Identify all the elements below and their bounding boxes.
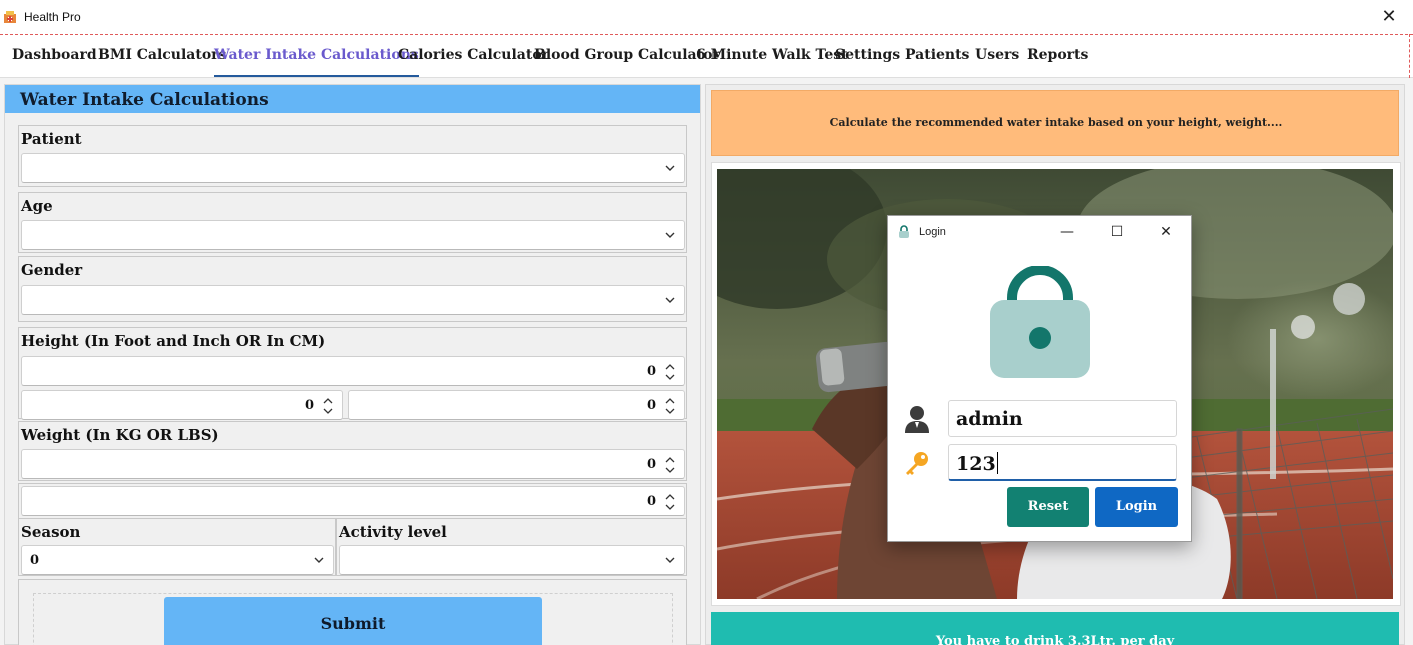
spin-arrows-icon[interactable] bbox=[664, 395, 676, 417]
form-title: Water Intake Calculations bbox=[20, 90, 269, 110]
season-value: 0 bbox=[30, 553, 40, 568]
result-text: You have to drink 3.3Ltr. per day bbox=[935, 634, 1175, 645]
tab-users[interactable]: Users bbox=[975, 47, 1019, 69]
info-banner: Calculate the recommended water intake b… bbox=[711, 90, 1399, 156]
chevron-down-icon bbox=[314, 557, 324, 563]
height-cm-spinner[interactable]: 0 bbox=[21, 356, 685, 386]
gender-label: Gender bbox=[21, 261, 83, 279]
weight-lbs-group: 0 bbox=[18, 483, 687, 519]
height-inch-spinner[interactable]: 0 bbox=[348, 390, 685, 420]
season-label: Season bbox=[21, 523, 81, 541]
activity-group: Activity level bbox=[336, 518, 687, 576]
patient-select[interactable] bbox=[21, 153, 685, 183]
reset-button[interactable]: Reset bbox=[1007, 487, 1089, 527]
minimize-icon[interactable]: — bbox=[1055, 222, 1079, 242]
water-intake-form-panel: Water Intake Calculations Patient Age Ge… bbox=[4, 84, 701, 645]
username-value: admin bbox=[956, 408, 1023, 430]
password-value-wrap: 123 bbox=[956, 452, 998, 475]
gender-group: Gender bbox=[18, 256, 687, 322]
user-icon bbox=[905, 406, 929, 433]
activity-select[interactable] bbox=[339, 545, 685, 575]
height-inch-value: 0 bbox=[646, 398, 656, 413]
text-caret bbox=[996, 452, 998, 474]
height-cm-value: 0 bbox=[646, 364, 656, 379]
tab-water-intake-calculations[interactable]: Water Intake Calculations bbox=[214, 47, 419, 77]
activity-label: Activity level bbox=[339, 523, 447, 541]
login-dialog: Login — ☐ ✕ admin 123 Reset Login bbox=[887, 215, 1192, 542]
gender-select[interactable] bbox=[21, 285, 685, 315]
login-label: Login bbox=[1115, 499, 1158, 514]
tab-reports[interactable]: Reports bbox=[1027, 47, 1088, 69]
spin-arrows-icon[interactable] bbox=[322, 395, 334, 417]
close-icon[interactable]: ✕ bbox=[1379, 7, 1399, 27]
title-bar: Health Pro ✕ bbox=[0, 0, 1413, 34]
tab-6-minute-walk-test[interactable]: 6 Minute Walk Test bbox=[696, 47, 848, 69]
age-group: Age bbox=[18, 192, 687, 253]
submit-button[interactable]: Submit bbox=[164, 597, 542, 645]
login-title-bar: Login — ☐ ✕ bbox=[888, 216, 1191, 248]
info-text: Calculate the recommended water intake b… bbox=[829, 116, 1283, 129]
login-button[interactable]: Login bbox=[1095, 487, 1178, 527]
tab-bmi-calculators[interactable]: BMI Calculators bbox=[98, 47, 226, 69]
tab-patients[interactable]: Patients bbox=[905, 47, 969, 69]
app-title: Health Pro bbox=[24, 10, 81, 24]
height-group: Height (In Foot and Inch OR In CM) 0 0 0 bbox=[18, 327, 687, 420]
weight-kg-spinner[interactable]: 0 bbox=[21, 449, 685, 479]
app-icon bbox=[4, 11, 16, 23]
patient-group: Patient bbox=[18, 125, 687, 187]
key-icon bbox=[906, 452, 928, 475]
lock-icon bbox=[990, 266, 1090, 378]
height-foot-value: 0 bbox=[304, 398, 314, 413]
app-window: Health Pro ✕ Dashboard BMI Calculators W… bbox=[0, 0, 1413, 645]
spin-arrows-icon[interactable] bbox=[664, 454, 676, 476]
season-select[interactable]: 0 bbox=[21, 545, 334, 575]
height-foot-spinner[interactable]: 0 bbox=[21, 390, 343, 420]
tab-dashboard[interactable]: Dashboard bbox=[12, 47, 97, 69]
height-label: Height (In Foot and Inch OR In CM) bbox=[21, 332, 326, 350]
tab-strip-edge bbox=[1409, 34, 1410, 78]
spin-arrows-icon[interactable] bbox=[664, 361, 676, 383]
weight-kg-value: 0 bbox=[646, 457, 656, 472]
weight-lbs-value: 0 bbox=[646, 494, 656, 509]
login-title: Login bbox=[919, 226, 946, 238]
lock-icon bbox=[899, 225, 909, 238]
close-icon[interactable]: ✕ bbox=[1154, 222, 1178, 242]
tab-settings[interactable]: Settings bbox=[835, 47, 900, 69]
result-banner: You have to drink 3.3Ltr. per day bbox=[711, 612, 1399, 645]
tab-calories-calculator[interactable]: Calories Calculator bbox=[398, 47, 549, 69]
patient-label: Patient bbox=[21, 130, 82, 148]
spin-arrows-icon[interactable] bbox=[664, 491, 676, 513]
chevron-down-icon bbox=[665, 557, 675, 563]
chevron-down-icon bbox=[665, 232, 675, 238]
chevron-down-icon bbox=[665, 165, 675, 171]
maximize-icon[interactable]: ☐ bbox=[1105, 222, 1129, 242]
tab-strip: Dashboard BMI Calculators Water Intake C… bbox=[0, 34, 1413, 78]
weight-group: Weight (In KG OR LBS) 0 bbox=[18, 421, 687, 481]
weight-lbs-spinner[interactable]: 0 bbox=[21, 486, 685, 516]
season-group: Season 0 bbox=[18, 518, 336, 576]
tab-blood-group-calculator[interactable]: Blood Group Calculator bbox=[534, 47, 720, 69]
age-label: Age bbox=[21, 197, 53, 215]
submit-label: Submit bbox=[320, 614, 386, 633]
age-select[interactable] bbox=[21, 220, 685, 250]
weight-label: Weight (In KG OR LBS) bbox=[21, 426, 219, 444]
password-input[interactable]: 123 bbox=[948, 444, 1177, 481]
username-input[interactable]: admin bbox=[948, 400, 1177, 437]
chevron-down-icon bbox=[665, 297, 675, 303]
form-header: Water Intake Calculations bbox=[5, 85, 700, 113]
reset-label: Reset bbox=[1027, 499, 1069, 514]
password-value: 123 bbox=[956, 453, 996, 475]
